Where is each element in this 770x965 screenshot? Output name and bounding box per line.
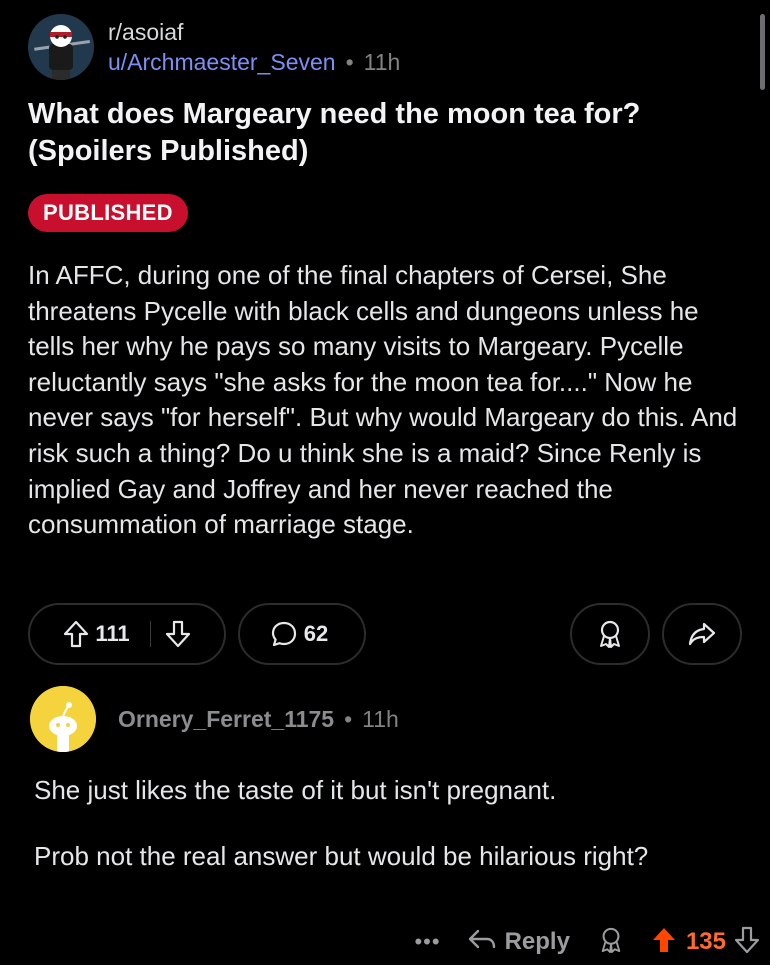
post-body: In AFFC, during one of the final chapter… xyxy=(28,260,738,540)
share-arrow-icon xyxy=(688,621,716,647)
more-options-button[interactable]: ••• xyxy=(414,929,440,955)
comment: Ornery_Ferret_1175 • 11h She just likes … xyxy=(30,686,750,871)
arrow-up-icon[interactable] xyxy=(650,926,678,959)
post-action-bar: 111 62 xyxy=(28,603,742,665)
post-time: 11h xyxy=(363,49,401,75)
arrow-down-icon[interactable] xyxy=(734,926,760,959)
award-button[interactable] xyxy=(570,603,650,665)
meta-separator: • xyxy=(345,49,354,75)
post-author[interactable]: u/Archmaester_Seven xyxy=(108,47,336,77)
author-line: u/Archmaester_Seven • 11h xyxy=(108,47,400,77)
comments-button[interactable]: 62 xyxy=(238,603,366,665)
meta-separator: • xyxy=(344,705,353,732)
reply-button[interactable]: Reply xyxy=(467,927,570,958)
award-icon[interactable] xyxy=(598,925,624,960)
comment-paragraph: She just likes the taste of it but isn't… xyxy=(34,775,557,805)
comment-bubble-icon xyxy=(270,620,298,648)
subreddit-avatar[interactable] xyxy=(28,14,94,80)
reply-arrow-icon xyxy=(467,927,505,958)
comment-score: 135 xyxy=(685,928,726,955)
post-header: r/asoiaf u/Archmaester_Seven • 11h xyxy=(28,14,400,80)
post-meta: r/asoiaf u/Archmaester_Seven • 11h xyxy=(108,17,400,77)
comment-action-bar: ••• Reply 135 xyxy=(414,922,760,962)
vote-pill: 111 xyxy=(28,603,226,665)
scrollbar[interactable] xyxy=(760,14,765,90)
avatar[interactable] xyxy=(30,686,96,752)
comment-author[interactable]: Ornery_Ferret_1175 xyxy=(118,706,334,733)
comment-header: Ornery_Ferret_1175 • 11h xyxy=(30,686,750,752)
reddit-post-screen: r/asoiaf u/Archmaester_Seven • 11h What … xyxy=(0,0,770,965)
post-flair[interactable]: PUBLISHED xyxy=(28,194,188,232)
arrow-down-icon[interactable] xyxy=(165,620,191,648)
arrow-up-icon[interactable] xyxy=(63,620,89,648)
post-title: What does Margeary need the moon tea for… xyxy=(28,98,641,167)
share-button[interactable] xyxy=(662,603,742,665)
subreddit-name[interactable]: r/asoiaf xyxy=(108,17,400,47)
upvote-count: 111 xyxy=(95,621,130,646)
reply-label: Reply xyxy=(504,928,570,955)
award-icon xyxy=(596,619,624,649)
comment-paragraph: Prob not the real answer but would be hi… xyxy=(34,841,649,871)
vote-divider xyxy=(149,621,151,647)
comment-time: 11h xyxy=(362,705,399,732)
comment-count: 62 xyxy=(303,621,329,646)
